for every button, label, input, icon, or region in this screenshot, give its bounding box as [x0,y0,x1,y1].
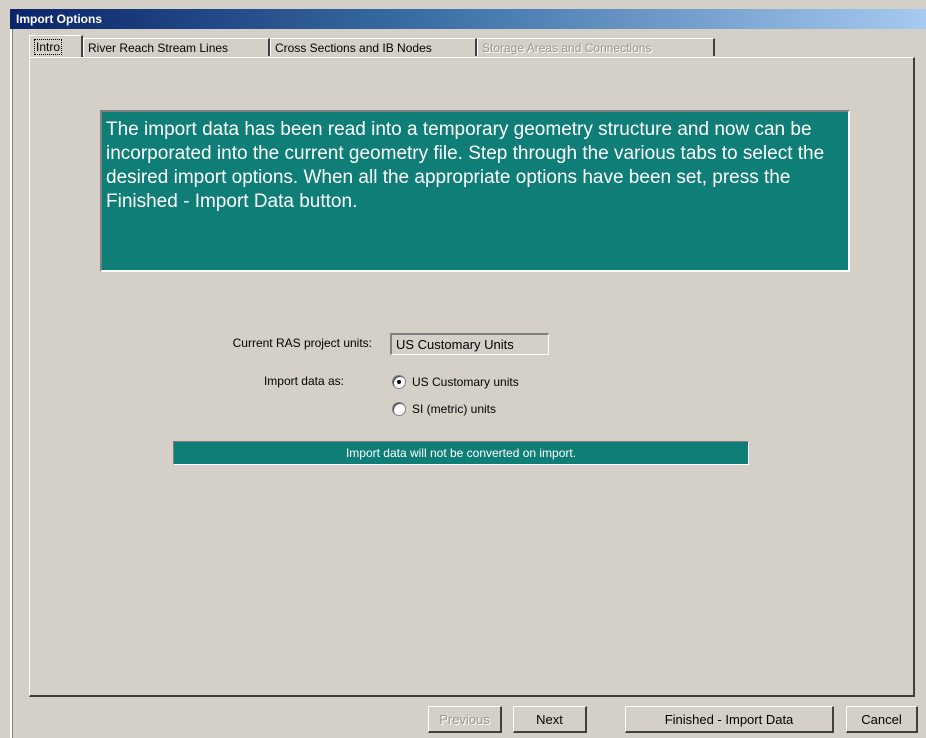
radio-us-customary-button[interactable] [392,374,406,389]
next-button[interactable]: Next [513,706,587,733]
previous-button[interactable]: Previous [428,706,502,733]
window-title: Import Options [16,12,102,26]
current-units-label: Current RAS project units: [232,336,372,350]
current-units-value: US Customary Units [396,337,514,352]
finished-import-data-button[interactable]: Finished - Import Data [625,706,834,733]
tab-storage-areas-label: Storage Areas and Connections [482,41,652,55]
radio-si-metric[interactable]: SI (metric) units [392,401,496,417]
tab-intro[interactable]: Intro [29,35,83,57]
intro-message: The import data has been read into a tem… [106,119,825,212]
tab-intro-label: Intro [34,39,63,55]
radio-si-metric-label: SI (metric) units [412,402,497,416]
conversion-status-bar: Import data will not be converted on imp… [173,441,749,465]
window-left-border [10,29,13,738]
tab-storage-areas-connections: Storage Areas and Connections [477,38,715,56]
current-units-field: US Customary Units [390,333,549,355]
window-title-bar: Import Options [10,9,926,29]
tab-river-reach-stream-lines[interactable]: River Reach Stream Lines [83,38,270,56]
conversion-status-text: Import data will not be converted on imp… [345,446,577,460]
tab-cross-sections-label: Cross Sections and IB Nodes [275,41,432,55]
cancel-button[interactable]: Cancel [846,706,918,733]
intro-message-box: The import data has been read into a tem… [100,110,850,272]
tab-cross-sections-ib-nodes[interactable]: Cross Sections and IB Nodes [270,38,477,56]
radio-si-metric-button[interactable] [392,401,406,416]
import-data-as-label: Import data as: [263,374,344,388]
tab-river-reach-label: River Reach Stream Lines [88,41,229,55]
radio-us-customary-label: US Customary units [412,375,519,389]
radio-us-customary[interactable]: US Customary units [392,374,519,390]
